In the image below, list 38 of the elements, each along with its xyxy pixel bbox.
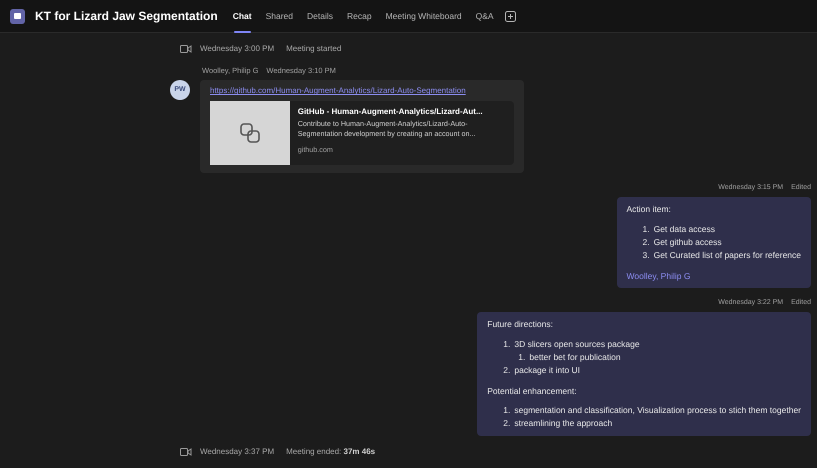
list-item-text: streamlining the approach — [514, 417, 612, 430]
tab[interactable]: Q&A — [474, 0, 495, 32]
list-number: 2. — [642, 236, 650, 248]
list-number: 2. — [503, 364, 510, 376]
meeting-title: KT for Lizard Jaw Segmentation — [35, 8, 218, 25]
list-item-text: better bet for publication — [529, 350, 621, 364]
event-text: Meeting ended: 37m 46s — [286, 446, 376, 458]
preview-title: GitHub - Human-Augment-Analytics/Lizard-Aut... — [298, 106, 484, 118]
message-heading: Action item: — [626, 202, 672, 216]
tab[interactable]: Shared — [264, 0, 294, 32]
message-heading: Future directions: — [487, 318, 554, 330]
tab[interactable]: Chat — [232, 0, 253, 32]
list-item-text: segmentation and classification, Visualization process to stich them together — [514, 404, 801, 418]
list-item-text: Get data access — [654, 222, 716, 236]
event-text: Meeting started — [286, 43, 342, 55]
list-number: 3. — [642, 248, 650, 262]
tab[interactable]: Details — [306, 0, 334, 32]
mention-link[interactable]: Woolley, Philip G — [626, 270, 801, 282]
tab[interactable]: Meeting Whiteboard — [384, 0, 463, 32]
list-item-text: Get github access — [654, 236, 722, 248]
video-camera-icon — [180, 44, 192, 54]
link-icon — [238, 122, 261, 144]
link[interactable]: https://github.com/Human-Augment-Analytics/Lizard-Auto-Segmentation — [210, 85, 514, 98]
list-number: 1. — [642, 222, 650, 236]
video-camera-icon — [180, 447, 192, 458]
list-number: 1. — [503, 338, 510, 350]
tab[interactable]: Recap — [346, 0, 373, 32]
list-item-text: 3D slicers open sources package — [514, 338, 640, 350]
list-item-text: package it into UI — [514, 364, 580, 376]
event-time: Wednesday 3:37 PM — [200, 446, 274, 458]
meeting-icon — [10, 8, 25, 24]
event-time: Wednesday 3:00 PM — [200, 43, 274, 55]
list-number: 2. — [503, 417, 510, 430]
list-number: 1. — [518, 350, 526, 364]
list-number: 1. — [503, 404, 510, 418]
message-heading: Potential enhancement: — [487, 384, 578, 398]
list-item-text: Get Curated list of papers for reference — [654, 248, 801, 262]
add-tab-icon[interactable] — [504, 10, 516, 22]
